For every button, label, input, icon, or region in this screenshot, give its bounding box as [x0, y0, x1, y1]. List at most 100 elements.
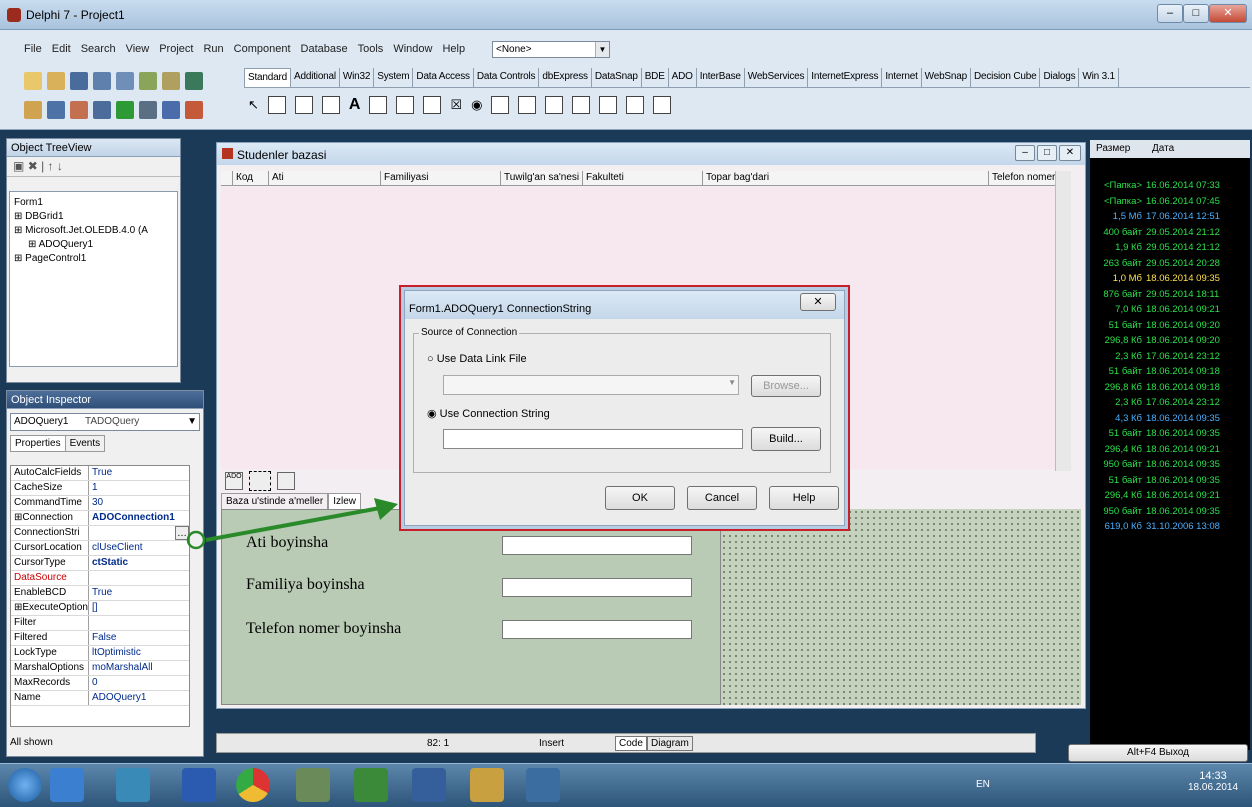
palette-tab-datasnap[interactable]: DataSnap [592, 68, 642, 87]
combobox-icon[interactable] [518, 96, 537, 114]
property-row[interactable]: ⊞Connection ADOConnection1 [11, 511, 189, 526]
view-form-icon[interactable] [47, 101, 65, 119]
menu-item-file[interactable]: File [24, 43, 42, 55]
frame-icon[interactable] [267, 96, 286, 114]
delete-item-icon[interactable]: ✖ [28, 159, 38, 173]
menu-item-component[interactable]: Component [234, 43, 291, 55]
tree-node[interactable]: ⊞ ADOQuery1 [14, 238, 173, 252]
edit-icon[interactable] [369, 96, 388, 114]
help-button[interactable]: Help [769, 486, 839, 510]
add-file-icon[interactable] [139, 72, 157, 90]
panel-icon[interactable] [626, 96, 645, 114]
file-row[interactable]: 296,4 Кб 18.06.2014 09:21 [1090, 488, 1250, 504]
property-value[interactable]: 30 [89, 496, 189, 510]
up-arrow-icon[interactable]: ↑ [48, 159, 54, 173]
file-row[interactable]: <Папка> 16.06.2014 07:33 [1090, 178, 1250, 194]
property-value[interactable] [89, 616, 189, 630]
file-row[interactable]: 400 байт 29.05.2014 21:12 [1090, 225, 1250, 241]
palette-tab-internetexpress[interactable]: InternetExpress [808, 68, 883, 87]
property-row[interactable]: MarshalOptions moMarshalAll [11, 661, 189, 676]
new-icon[interactable] [24, 72, 42, 90]
chevron-down-icon[interactable]: ▼ [187, 416, 197, 427]
exit-button[interactable]: Alt+F4 Выход [1068, 744, 1248, 762]
file-row[interactable]: 1,0 Мб 18.06.2014 09:35 [1090, 271, 1250, 287]
menu-item-run[interactable]: Run [203, 43, 223, 55]
radio-selected-icon[interactable]: ◉ [427, 408, 437, 420]
new-item-icon[interactable]: ▣ [13, 159, 24, 173]
property-row[interactable]: ConnectionStri… [11, 526, 189, 541]
pointer-icon[interactable]: ↖ [248, 97, 259, 113]
open-project-icon[interactable] [116, 72, 134, 90]
palette-tab-win32[interactable]: Win32 [340, 68, 375, 87]
actionlist-icon[interactable] [653, 96, 672, 114]
palette-tab-system[interactable]: System [374, 68, 414, 87]
file-row[interactable]: <Папка> 16.06.2014 07:45 [1090, 194, 1250, 210]
palette-tab-decision-cube[interactable]: Decision Cube [971, 68, 1041, 87]
file-row[interactable]: 51 байт 18.06.2014 09:18 [1090, 364, 1250, 380]
ado-connection-icon[interactable]: ADO [225, 472, 243, 490]
property-row[interactable]: CommandTime 30 [11, 496, 189, 511]
chevron-down-icon[interactable]: ▼ [595, 42, 609, 57]
search-surname-input[interactable] [502, 578, 692, 597]
dbgrid-scrollbar[interactable] [1055, 171, 1071, 471]
file-row[interactable]: 51 байт 18.06.2014 09:35 [1090, 473, 1250, 489]
property-value[interactable]: True [89, 586, 189, 600]
menu-item-window[interactable]: Window [393, 43, 432, 55]
scrollbar-icon[interactable] [545, 96, 564, 114]
listbox-icon[interactable] [491, 96, 510, 114]
menu-item-database[interactable]: Database [301, 43, 348, 55]
property-value[interactable]: True [89, 466, 189, 480]
property-row[interactable]: AutoCalcFields True [11, 466, 189, 481]
data-link-file-combo[interactable]: ▼ [443, 375, 739, 395]
memo-icon[interactable] [396, 96, 415, 114]
yandex-icon[interactable] [412, 768, 446, 802]
grid-column-header[interactable]: Topar bag'dari [703, 171, 989, 185]
property-row[interactable]: Filter [11, 616, 189, 631]
menu-item-project[interactable]: Project [159, 43, 193, 55]
palette-tab-webservices[interactable]: WebServices [745, 68, 809, 87]
date-column[interactable]: Дата [1146, 140, 1174, 158]
tree-node[interactable]: ⊞ PageControl1 [14, 252, 173, 266]
tree-node[interactable]: ⊞ Microsoft.Jet.OLEDB.4.0 (A [14, 224, 173, 238]
app-icon[interactable] [526, 768, 560, 802]
property-value[interactable]: moMarshalAll [89, 661, 189, 675]
cancel-button[interactable]: Cancel [687, 486, 757, 510]
tab-code[interactable]: Code [615, 736, 647, 751]
groupbox-icon[interactable] [572, 96, 591, 114]
radio-icon[interactable]: ○ [427, 353, 434, 365]
ok-button[interactable]: OK [605, 486, 675, 510]
delphi-icon[interactable] [470, 768, 504, 802]
file-row[interactable]: 7,0 Кб 18.06.2014 09:21 [1090, 302, 1250, 318]
trace-into-icon[interactable] [162, 101, 180, 119]
palette-tab-standard[interactable]: Standard [244, 68, 291, 87]
grid-column-header[interactable]: Tuwilg'an sa'nesi [501, 171, 583, 185]
toggle-icon[interactable] [70, 101, 88, 119]
search-phone-input[interactable] [502, 620, 692, 639]
property-value[interactable]: [] [89, 601, 189, 615]
file-row[interactable]: 4,3 Кб 18.06.2014 09:35 [1090, 411, 1250, 427]
chrome-icon[interactable] [236, 768, 270, 802]
language-indicator[interactable]: EN [976, 779, 990, 790]
save-all-icon[interactable] [93, 72, 111, 90]
property-row[interactable]: Filtered False [11, 631, 189, 646]
menu-item-tools[interactable]: Tools [358, 43, 384, 55]
word-icon[interactable] [182, 768, 216, 802]
file-row[interactable]: 51 байт 18.06.2014 09:35 [1090, 426, 1250, 442]
palette-tab-bde[interactable]: BDE [642, 68, 669, 87]
property-value[interactable]: 0 [89, 676, 189, 690]
palette-tab-data-access[interactable]: Data Access [413, 68, 474, 87]
file-row[interactable]: 876 байт 29.05.2014 18:11 [1090, 287, 1250, 303]
down-arrow-icon[interactable]: ↓ [57, 159, 63, 173]
palette-tab-interbase[interactable]: InterBase [697, 68, 745, 87]
grid-column-header[interactable]: Familiyasi [381, 171, 501, 185]
file-row[interactable]: 2,3 Кб 17.06.2014 23:12 [1090, 395, 1250, 411]
palette-tab-internet[interactable]: Internet [882, 68, 922, 87]
property-row[interactable]: CursorLocation clUseClient [11, 541, 189, 556]
step-over-icon[interactable] [185, 101, 203, 119]
property-value[interactable] [89, 526, 175, 540]
desktop-layout-combo[interactable]: <None> ▼ [492, 41, 610, 58]
property-value[interactable]: ltOptimistic [89, 646, 189, 660]
file-row[interactable]: 263 байт 29.05.2014 20:28 [1090, 256, 1250, 272]
palette-tab-dialogs[interactable]: Dialogs [1040, 68, 1080, 87]
mainmenu-icon[interactable] [294, 96, 313, 114]
